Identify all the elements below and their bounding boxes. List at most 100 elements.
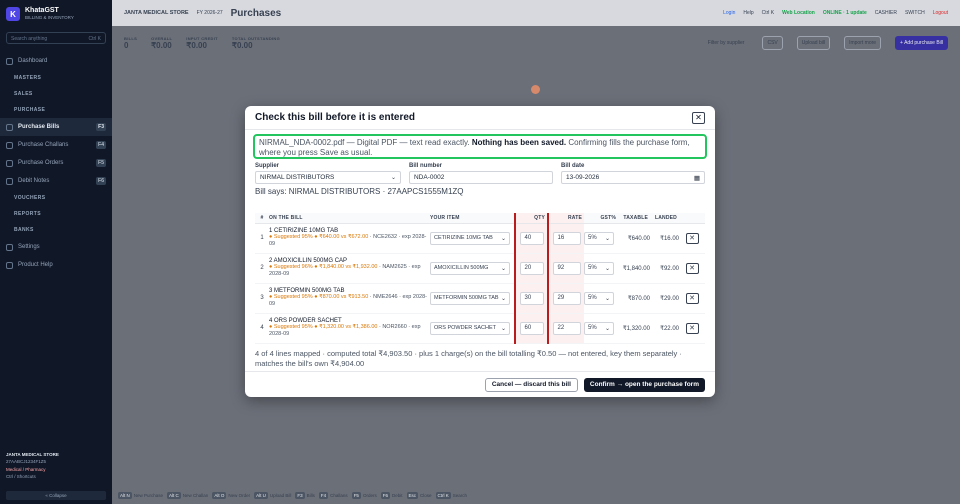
- shortcut-item[interactable]: F5 Orders: [351, 491, 377, 499]
- table-row: 11 CETIRIZINE 10MG TAB ● Suggested 95% ● …: [255, 223, 705, 254]
- rate-cell: 92: [548, 253, 584, 284]
- loading-spinner-icon: [531, 85, 540, 94]
- chevron-down-icon: ⌄: [500, 235, 506, 242]
- collapse-sidebar-button[interactable]: « Collapse: [6, 491, 106, 500]
- col-landed: LANDED: [650, 213, 679, 224]
- sidebar-item-purchase-orders[interactable]: Purchase Orders F5: [0, 154, 112, 172]
- shortcut-key: Esc: [406, 491, 419, 499]
- shortcut-item[interactable]: Alt O New Order: [212, 491, 250, 499]
- shortcut-item[interactable]: Ctrl K Search: [435, 491, 467, 499]
- logout-button[interactable]: Logout: [933, 10, 948, 16]
- gst-select[interactable]: 5% ⌄: [584, 321, 614, 335]
- sidebar-item-purchase-bills[interactable]: Purchase Bills F3: [0, 118, 112, 136]
- sidebar-item-label: PURCHASE: [14, 107, 46, 113]
- sidebar-item-dashboard[interactable]: Dashboard: [0, 52, 112, 70]
- stats-bar: BILLS 0 OVERALL ₹0.00 INPUT CREDIT ₹0.00 TO…: [112, 26, 960, 60]
- your-item-select[interactable]: CETIRIZINE 10MG TAB ⌄: [430, 231, 510, 245]
- sidebar-search-input[interactable]: Search anything Ctrl K: [6, 32, 106, 44]
- sidebar-item-vouchers[interactable]: VOUCHERS: [0, 190, 112, 206]
- qty-input[interactable]: 60: [519, 321, 544, 335]
- rate-input[interactable]: 29: [552, 291, 581, 305]
- sidebar-item-label: Purchase Bills: [18, 124, 60, 130]
- footer-shortcuts-link[interactable]: Ctrl / Shortcuts: [6, 474, 36, 479]
- close-icon[interactable]: ✕: [692, 111, 705, 124]
- table-row: 33 METFORMIN 500MG TAB ● Suggested 95% ● …: [255, 283, 705, 314]
- remove-row-icon[interactable]: ✕: [685, 292, 699, 304]
- upload-bill-button[interactable]: Upload bill: [796, 36, 831, 50]
- qty-input[interactable]: 20: [519, 261, 544, 275]
- sidebar-item-banks[interactable]: BANKS: [0, 222, 112, 238]
- rate-input[interactable]: 16: [552, 231, 581, 245]
- command-shortcut[interactable]: Ctrl K: [762, 10, 775, 16]
- chevron-down-icon: ⌄: [500, 265, 506, 272]
- gst-select[interactable]: 5% ⌄: [584, 291, 614, 305]
- sidebar-item-label: Dashboard: [18, 58, 48, 64]
- your-item-select[interactable]: ORS POWDER SACHET ⌄: [430, 321, 510, 335]
- shortcut-key: F4: [318, 491, 329, 499]
- confirm-button[interactable]: Confirm → open the purchase form: [583, 377, 705, 392]
- help-link[interactable]: Help: [743, 10, 753, 16]
- sidebar-item-debit-notes[interactable]: Debit Notes F6: [0, 172, 112, 190]
- search-shortcut: Ctrl K: [88, 36, 102, 42]
- shortcut-label: New Challan: [182, 492, 209, 498]
- calendar-icon[interactable]: ▦: [694, 174, 700, 182]
- qty-input[interactable]: 30: [519, 291, 544, 305]
- bill-number-input[interactable]: NDA-0002: [408, 171, 553, 184]
- user-avatar[interactable]: CASHIER: [875, 10, 897, 16]
- import-button[interactable]: Import more: [844, 36, 882, 50]
- sidebar-item-masters[interactable]: MASTERS: [0, 70, 112, 86]
- col-gst: GST%: [584, 213, 618, 224]
- rate-input[interactable]: 92: [552, 261, 581, 275]
- login-link[interactable]: Login: [723, 10, 735, 16]
- search-placeholder: Search anything: [11, 36, 48, 42]
- switch-button[interactable]: SWITCH: [905, 10, 925, 16]
- bill-number-label: Bill number: [408, 163, 442, 169]
- sidebar-item-reports[interactable]: REPORTS: [0, 206, 112, 222]
- bill-line: 3 METFORMIN 500MG TAB ● Suggested 95% ● ₹…: [269, 283, 430, 314]
- shortcut-badge: F5: [96, 159, 106, 167]
- shortcut-key: Alt C: [167, 491, 181, 499]
- shortcut-item[interactable]: F3 Bills: [295, 491, 315, 499]
- status-badge: Web Location: [782, 10, 815, 16]
- sidebar-item-label: Purchase Challans: [18, 142, 69, 148]
- shortcut-item[interactable]: Alt N New Purchase: [118, 491, 163, 499]
- stat-bills: BILLS 0: [124, 36, 138, 50]
- sidebar-item-purchase-challans[interactable]: Purchase Challans F4: [0, 136, 112, 154]
- rate-input[interactable]: 22: [552, 321, 581, 335]
- sidebar-item-product-help[interactable]: Product Help: [0, 256, 112, 274]
- shortcut-item[interactable]: F4 Challans: [318, 491, 348, 499]
- add-purchase-bill-button[interactable]: + Add purchase Bill: [895, 36, 948, 50]
- top-bar: JANTA MEDICAL STORE FY 2026-27 Purchases…: [112, 0, 960, 26]
- shortcut-item[interactable]: Esc Close: [406, 491, 432, 499]
- bill-says: Bill says: NIRMAL DISTRIBUTORS · 27AAPCS…: [255, 187, 464, 196]
- remove-row-icon[interactable]: ✕: [685, 322, 699, 334]
- csv-button[interactable]: CSV: [762, 36, 783, 50]
- sidebar-item-sales[interactable]: SALES: [0, 86, 112, 102]
- your-item-select[interactable]: AMOXICILLIN 500MG ⌄: [430, 261, 510, 275]
- gst-select[interactable]: 5% ⌄: [584, 231, 614, 245]
- sidebar-item-label: Product Help: [18, 262, 53, 268]
- row-index: 2: [255, 253, 269, 284]
- remove-row-icon[interactable]: ✕: [685, 262, 699, 274]
- cancel-button[interactable]: Cancel — discard this bill: [484, 377, 578, 392]
- supplier-select[interactable]: NIRMAL DISTRIBUTORS ⌄: [255, 171, 401, 184]
- financial-year[interactable]: FY 2026-27: [197, 10, 223, 16]
- supplier-filter-input[interactable]: Filter by supplier: [704, 37, 749, 49]
- qty-input[interactable]: 40: [519, 231, 544, 245]
- nav-icon: [6, 141, 13, 149]
- store-selector[interactable]: JANTA MEDICAL STORE: [124, 10, 189, 16]
- remove-row-icon[interactable]: ✕: [685, 232, 699, 244]
- taxable-value: ₹640.00: [618, 223, 650, 254]
- sidebar-item-purchase[interactable]: PURCHASE: [0, 102, 112, 118]
- sidebar-item-settings[interactable]: Settings: [0, 238, 112, 256]
- bill-review-dialog: Check this bill before it is entered ✕ N…: [245, 106, 715, 397]
- your-item-select[interactable]: METFORMIN 500MG TAB ⌄: [430, 291, 510, 305]
- gst-select[interactable]: 5% ⌄: [584, 261, 614, 275]
- shortcut-item[interactable]: Alt C New Challan: [167, 491, 209, 499]
- dialog-title: Check this bill before it is entered: [255, 112, 416, 123]
- row-index: 4: [255, 313, 269, 344]
- shortcut-item[interactable]: Alt U Upload Bill: [254, 491, 291, 499]
- bill-date-input[interactable]: 13-09-2026 ▦: [561, 171, 706, 184]
- gst-cell: 5% ⌄: [584, 223, 618, 254]
- shortcut-item[interactable]: F6 Debit: [380, 491, 403, 499]
